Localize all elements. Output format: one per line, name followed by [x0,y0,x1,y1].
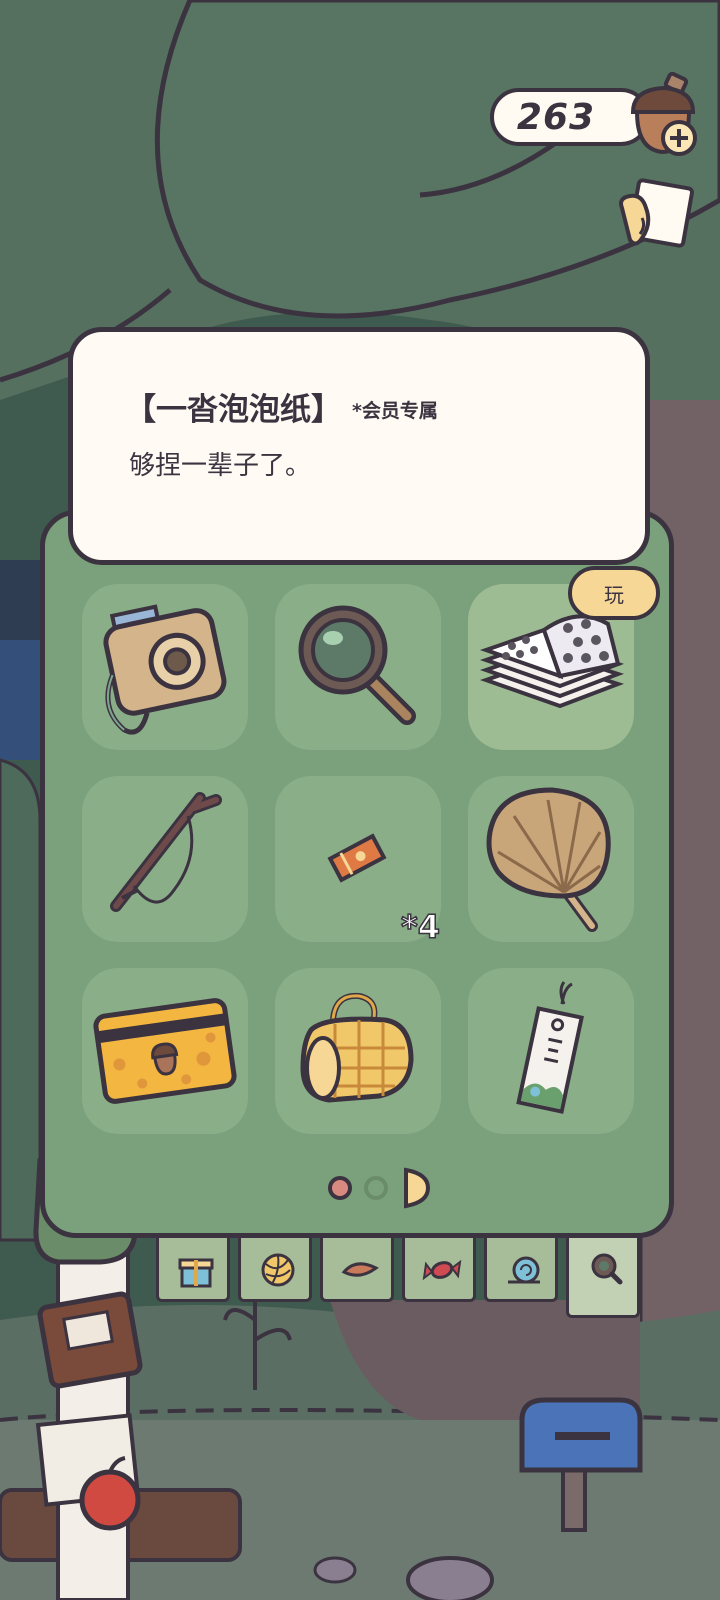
tab-candy[interactable] [402,1238,476,1302]
gift-icon [178,1258,214,1288]
candy-icon [422,1259,462,1281]
leaf-icon [341,1262,379,1277]
inventory-slot-branch[interactable] [82,776,248,942]
item-info-card: 【一沓泡泡纸】 *会员专属 够捏一辈子了。 [68,327,650,565]
acorn-amount: 263 [516,96,596,138]
inventory-slot-fan[interactable] [468,776,634,942]
item-title: 【一沓泡泡纸】 [125,392,342,428]
magnifier-icon [591,1253,623,1285]
acorn-icon[interactable] [625,72,705,162]
snail-icon [508,1256,540,1284]
tab-leaves[interactable] [320,1238,394,1302]
inventory-slot-ticket[interactable]: *4 [275,776,441,947]
tab-tools[interactable] [566,1238,640,1318]
item-description: 够捏一辈子了。 [129,451,312,481]
inventory-slot-magnifying-glass[interactable] [275,584,441,750]
instant-camera-icon [103,604,227,735]
next-page-icon[interactable] [402,1166,432,1210]
flyer-icon[interactable] [612,178,694,258]
acorn-card-icon [93,998,237,1104]
page-dot-1[interactable] [328,1176,352,1200]
magnifying-glass-icon [298,605,416,725]
inventory-slot-picnic-blanket[interactable] [275,968,441,1134]
tab-gifts[interactable] [156,1238,230,1302]
inventory-slot-camera[interactable] [82,584,248,750]
ticket-count: *4 [400,907,441,947]
tab-yarn[interactable] [238,1238,312,1302]
page-dot-2[interactable] [364,1176,388,1200]
member-exclusive-tag: *会员专属 [352,400,438,422]
palm-leaf-fan-icon [486,787,611,932]
tab-snail[interactable] [484,1238,558,1302]
inventory-slot-bookmark[interactable] [468,968,634,1134]
branch-slingshot-icon [110,792,222,912]
bookmark-icon [516,981,584,1114]
picnic-blanket-icon [300,992,414,1103]
yarn-ball-icon [261,1253,295,1287]
play-button[interactable]: 玩 [568,566,660,620]
inventory-slot-card[interactable] [82,968,248,1134]
